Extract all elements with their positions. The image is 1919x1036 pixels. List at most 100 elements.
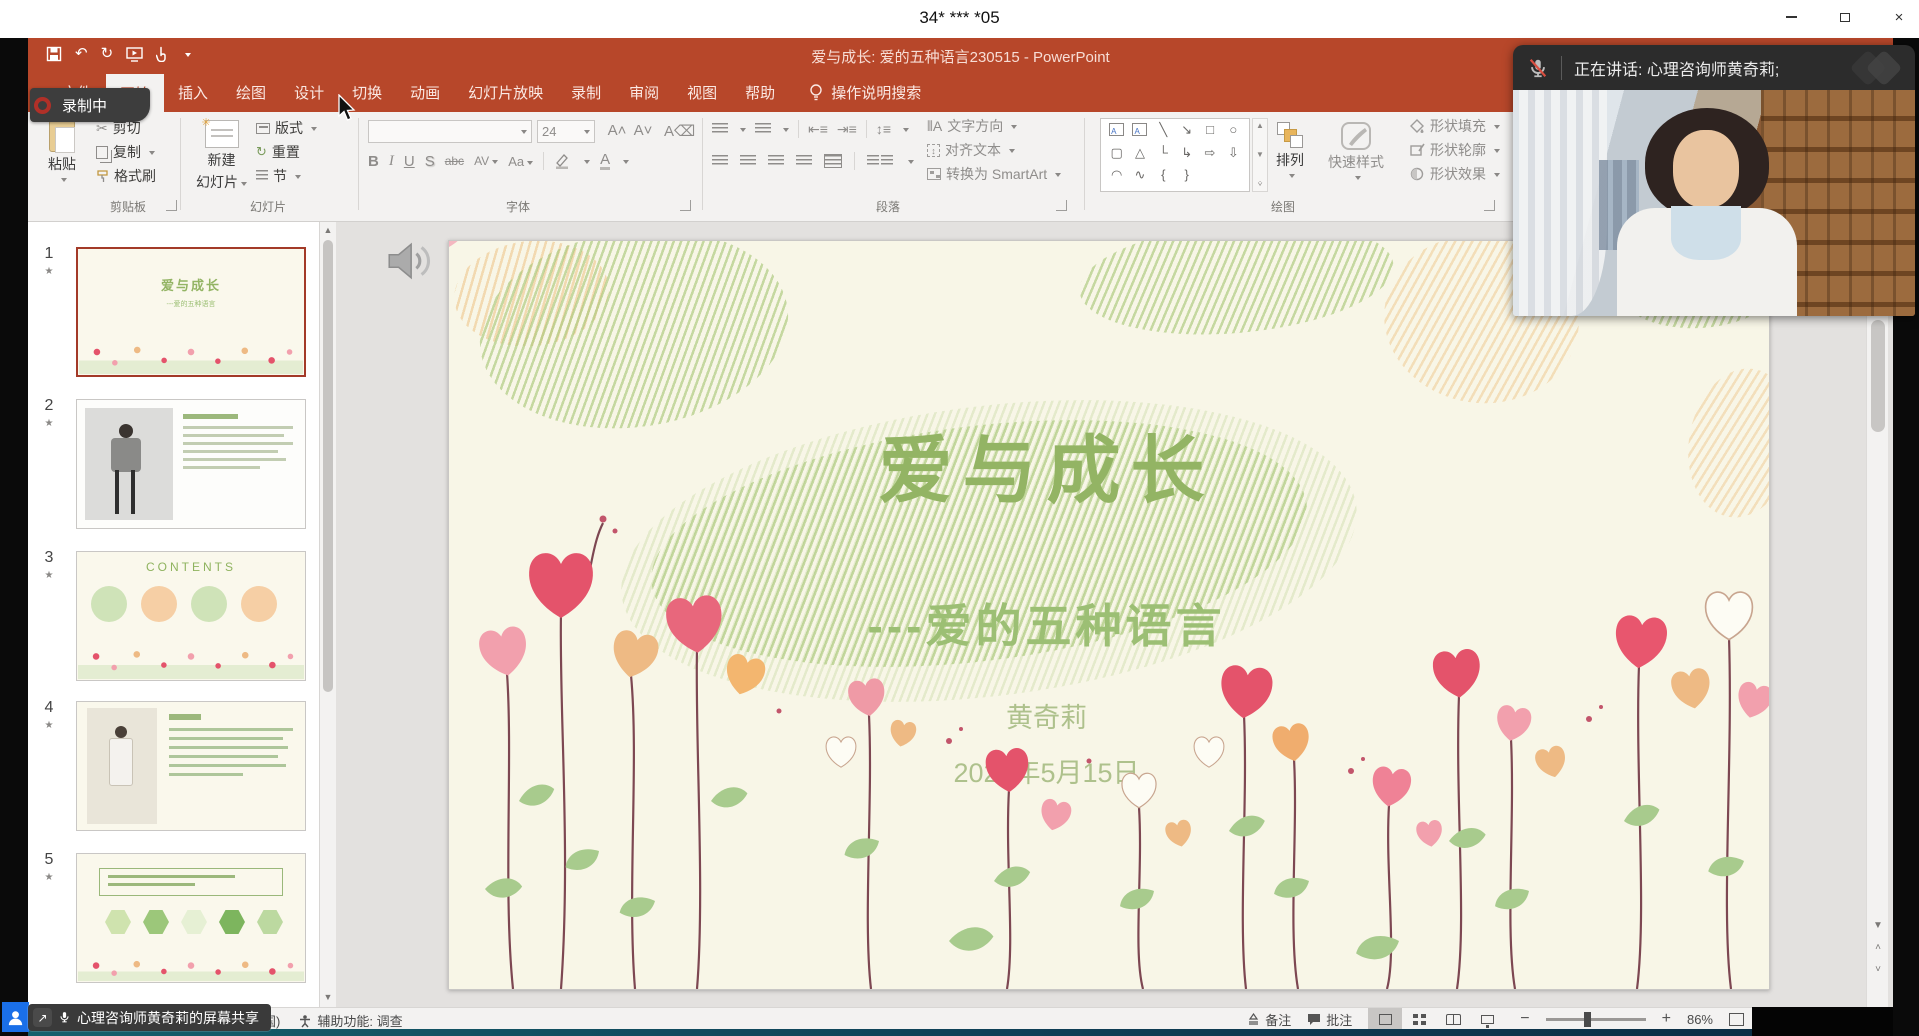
- paragraph-dialog-launcher[interactable]: [1056, 200, 1067, 211]
- tab-help[interactable]: 帮助: [731, 72, 789, 112]
- main-scroll-thumb[interactable]: [1871, 320, 1885, 432]
- scroll-down-icon[interactable]: ▼: [1867, 916, 1889, 936]
- change-case-button[interactable]: Aa: [508, 154, 533, 169]
- shape-outline-button[interactable]: 形状轮廓: [1410, 138, 1500, 162]
- reset-button[interactable]: ↻重置: [256, 140, 317, 164]
- previous-slide-icon[interactable]: ˄: [1867, 938, 1889, 958]
- font-dialog-launcher[interactable]: [680, 200, 691, 211]
- slide-thumbnail-4[interactable]: [76, 701, 306, 831]
- tab-animations[interactable]: 动画: [396, 72, 454, 112]
- char-spacing-button[interactable]: AV: [474, 154, 498, 168]
- slide-thumbnail-3[interactable]: CONTENTS: [76, 551, 306, 681]
- paste-button[interactable]: 粘贴: [48, 120, 76, 183]
- distribute-icon[interactable]: [824, 154, 842, 168]
- drawing-dialog-launcher[interactable]: [1484, 200, 1495, 211]
- restore-button[interactable]: [1831, 4, 1859, 30]
- numbering-icon[interactable]: [755, 123, 771, 135]
- slide-thumbnail-2[interactable]: [76, 399, 306, 529]
- tab-slideshow[interactable]: 幻灯片放映: [454, 72, 557, 112]
- quick-styles-button[interactable]: 快速样式: [1328, 122, 1384, 181]
- shapes-gallery[interactable]: ╲ ↘ □ ○ ▢ △ └ ↳ ⇨ ⇩ ◠ ∿ { }: [1100, 118, 1250, 192]
- smartart-button[interactable]: 转换为 SmartArt: [927, 162, 1061, 186]
- screen-share-indicator[interactable]: ↗ 心理咨询师黄奇莉的屏幕共享: [28, 1004, 271, 1031]
- shape-brace-right-icon[interactable]: }: [1175, 166, 1198, 189]
- shape-down-arrow-icon[interactable]: ⇩: [1222, 144, 1245, 167]
- highlight-dropdown-icon[interactable]: [584, 160, 590, 167]
- font-size-combo[interactable]: 24: [537, 120, 595, 143]
- text-shadow-button[interactable]: S: [425, 153, 435, 170]
- numbering-dropdown-icon[interactable]: [783, 128, 789, 135]
- notes-button[interactable]: 备注: [1247, 1010, 1291, 1029]
- minimize-button[interactable]: [1777, 4, 1805, 30]
- scroll-down-icon[interactable]: ▼: [320, 992, 336, 1002]
- zoom-in-button[interactable]: +: [1662, 1010, 1671, 1028]
- justify-icon[interactable]: [796, 155, 812, 167]
- align-text-button[interactable]: ↕对齐文本: [927, 138, 1061, 162]
- shape-elbow-icon[interactable]: └: [1152, 144, 1175, 167]
- zoom-slider[interactable]: [1546, 1018, 1646, 1021]
- highlight-color-icon[interactable]: [554, 153, 571, 169]
- accessibility-status[interactable]: 辅助功能: 调查: [298, 1011, 402, 1030]
- line-spacing-dropdown-icon[interactable]: [903, 128, 909, 135]
- increase-font-icon[interactable]: A˄: [606, 122, 628, 139]
- zoom-out-button[interactable]: −: [1520, 1010, 1529, 1028]
- indent-icon[interactable]: ⇥≡: [837, 121, 857, 138]
- format-painter-button[interactable]: 格式刷: [96, 164, 156, 188]
- tab-draw[interactable]: 绘图: [222, 72, 280, 112]
- gallery-down-icon[interactable]: ▼: [1256, 150, 1264, 159]
- tab-record[interactable]: 录制: [557, 72, 615, 112]
- text-direction-button[interactable]: ⫴A文字方向: [927, 114, 1061, 138]
- fit-slide-button[interactable]: [1729, 1013, 1744, 1026]
- shape-arc-icon[interactable]: ◠: [1105, 166, 1128, 189]
- layout-button[interactable]: 版式: [256, 116, 317, 140]
- shape-line-icon[interactable]: ╲: [1152, 121, 1175, 144]
- zoom-percentage[interactable]: 86%: [1687, 1012, 1713, 1027]
- thumbnails-scrollbar[interactable]: ▲ ▼: [320, 222, 336, 1007]
- main-scrollbar[interactable]: ▼ ˄ ˅: [1866, 222, 1888, 1007]
- shape-effects-button[interactable]: 形状效果: [1410, 162, 1500, 186]
- clear-format-icon[interactable]: A⌫: [664, 122, 686, 140]
- strikethrough-button[interactable]: abc: [445, 154, 464, 168]
- shape-round-rect-icon[interactable]: ▢: [1105, 144, 1128, 167]
- normal-view-button[interactable]: [1368, 1008, 1402, 1030]
- shape-vertical-textbox-icon[interactable]: [1132, 123, 1147, 136]
- shape-arrow-icon[interactable]: ↘: [1175, 121, 1198, 144]
- shape-curve-icon[interactable]: ∿: [1128, 166, 1151, 189]
- next-slide-icon[interactable]: ˅: [1867, 960, 1889, 980]
- close-button[interactable]: ×: [1885, 4, 1913, 30]
- shapes-gallery-scrollbar[interactable]: ▲ ▼ ⩒: [1252, 118, 1268, 192]
- decrease-font-icon[interactable]: A˅: [632, 122, 654, 139]
- italic-button[interactable]: I: [389, 153, 394, 170]
- new-slide-button[interactable]: ✳ 新建 幻灯片: [196, 120, 247, 192]
- slideshow-view-button[interactable]: [1470, 1008, 1504, 1030]
- shape-triangle-icon[interactable]: △: [1128, 144, 1151, 167]
- section-button[interactable]: 节: [256, 164, 317, 188]
- gallery-more-icon[interactable]: ⩒: [1258, 179, 1263, 189]
- tab-insert[interactable]: 插入: [164, 72, 222, 112]
- underline-button[interactable]: U: [404, 153, 415, 170]
- font-color-dropdown-icon[interactable]: [623, 160, 629, 167]
- tell-me-search[interactable]: 操作说明搜索: [789, 72, 921, 112]
- align-center-icon[interactable]: [740, 155, 756, 167]
- tab-review[interactable]: 审阅: [615, 72, 673, 112]
- bullets-dropdown-icon[interactable]: [740, 128, 746, 135]
- recording-indicator[interactable]: 录制中: [30, 88, 150, 122]
- columns-icon[interactable]: [867, 155, 893, 167]
- align-left-icon[interactable]: [712, 155, 728, 167]
- share-owner-avatar-icon[interactable]: [2, 1002, 29, 1032]
- clipboard-dialog-launcher[interactable]: [166, 200, 177, 211]
- shape-textbox-icon[interactable]: [1109, 123, 1124, 136]
- gallery-up-icon[interactable]: ▲: [1256, 121, 1264, 130]
- shape-fill-button[interactable]: 形状填充: [1410, 114, 1500, 138]
- zoom-slider-thumb[interactable]: [1584, 1012, 1591, 1027]
- slide-canvas[interactable]: 爱与成长 ---爱的五种语言 黄奇莉 2023年5月15日: [448, 240, 1770, 990]
- slide-thumbnail-5[interactable]: [76, 853, 306, 983]
- line-spacing-icon[interactable]: ↕≡: [876, 121, 891, 137]
- shape-right-arrow-icon[interactable]: ⇨: [1198, 144, 1221, 167]
- font-name-combo[interactable]: [368, 120, 532, 143]
- arrange-button[interactable]: 排列: [1276, 122, 1304, 179]
- font-color-button[interactable]: A: [600, 153, 610, 170]
- bold-button[interactable]: B: [368, 153, 379, 170]
- copy-button[interactable]: 复制: [96, 140, 156, 164]
- shape-elbow-arrow-icon[interactable]: ↳: [1175, 144, 1198, 167]
